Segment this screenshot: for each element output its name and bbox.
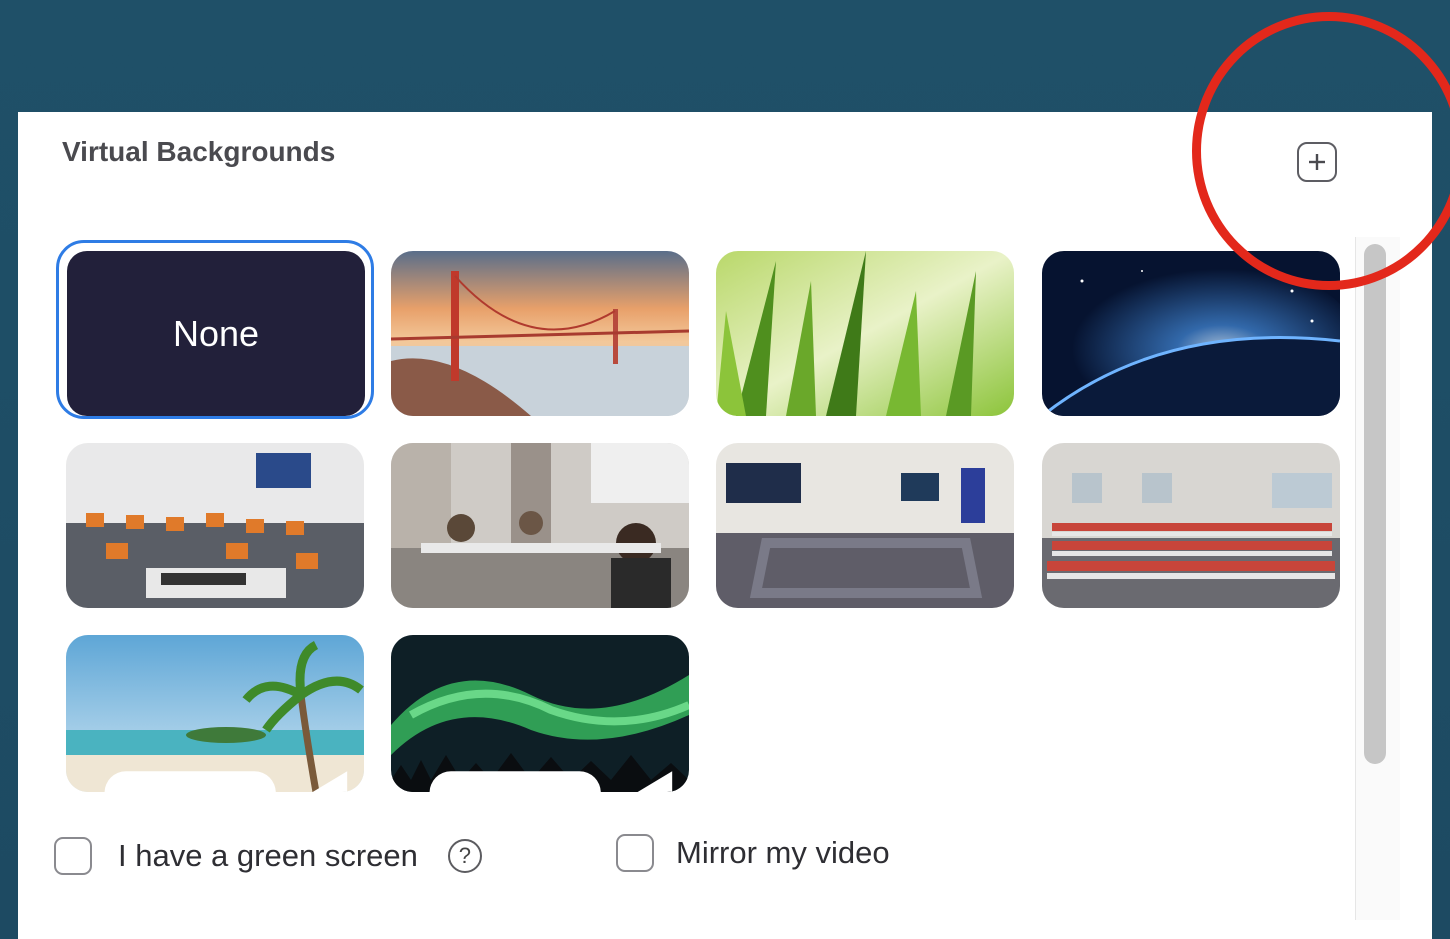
background-tropical-beach[interactable] (66, 635, 364, 792)
background-aurora-borealis[interactable] (391, 635, 689, 792)
background-office-people[interactable] (391, 443, 689, 608)
scrollbar-thumb[interactable] (1364, 244, 1386, 764)
green-screen-label: I have a green screen (118, 838, 418, 873)
section-title: Virtual Backgrounds (62, 136, 336, 167)
highlight-circle (1192, 12, 1450, 290)
green-screen-checkbox[interactable] (54, 837, 92, 875)
help-icon[interactable]: ? (447, 839, 482, 873)
mirror-video-label: Mirror my video (676, 835, 890, 870)
green-screen-option: I have a green screen ? (54, 837, 482, 875)
background-conference-room-u-shape[interactable] (716, 443, 1014, 608)
background-grass[interactable] (716, 251, 1014, 416)
background-classroom-orange-chairs[interactable] (66, 443, 364, 608)
background-none[interactable]: None (67, 251, 365, 416)
video-camera-icon (429, 771, 673, 792)
background-golden-gate-bridge[interactable] (391, 251, 689, 416)
video-camera-icon (104, 771, 348, 792)
mirror-video-checkbox[interactable] (616, 834, 654, 872)
background-lecture-hall-red-chairs[interactable] (1042, 443, 1340, 608)
mirror-video-option: Mirror my video (616, 834, 890, 872)
